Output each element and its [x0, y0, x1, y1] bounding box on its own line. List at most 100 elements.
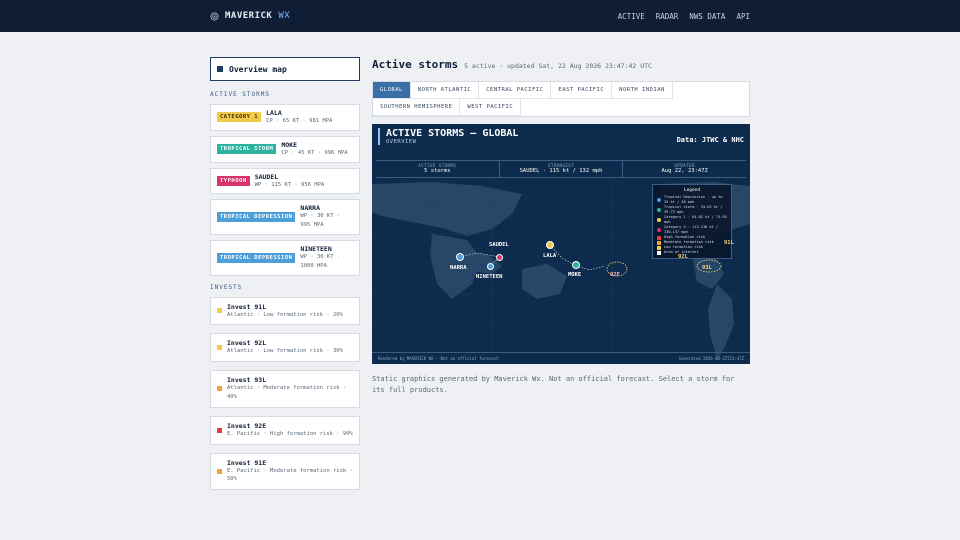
label-invest-91l: 91L	[724, 240, 734, 246]
storm-card-moke[interactable]: TROPICAL STORM MOKE CP · 45 KT · 996 HPA	[210, 135, 360, 163]
storm-marker-nineteen[interactable]	[487, 263, 494, 270]
legend-swatch-icon	[657, 228, 661, 232]
invest-card-93l[interactable]: Invest 93L Atlantic · Moderate formation …	[210, 370, 360, 408]
square-icon	[217, 66, 223, 72]
invest-meta: E. Pacific · High formation risk · 90%	[227, 430, 353, 437]
invest-name: Invest 92L	[227, 339, 267, 348]
legend-label: Category 1 · 64-82 kt / 74-95 mph	[664, 215, 727, 224]
nav-nws-data[interactable]: NWS DATA	[689, 12, 725, 21]
tab-central-pacific[interactable]: CENTRAL PACIFIC	[479, 82, 552, 99]
storm-overview-map[interactable]: ACTIVE STORMS — GLOBAL OVERVIEW Data: JT…	[372, 124, 750, 364]
storm-category-badge: TROPICAL STORM	[217, 144, 277, 155]
storm-name: MOKE	[281, 140, 298, 149]
invest-card-92l[interactable]: Invest 92L Atlantic · Low formation risk …	[210, 333, 360, 363]
storm-card-saudel[interactable]: TYPHOON SAUDEL WP · 115 KT · 956 HPA	[210, 167, 360, 195]
stat-active: ACTIVE STORMS 5 storms	[376, 161, 500, 177]
brand-name: MAVERICK	[225, 11, 273, 21]
tab-southern-hemisphere[interactable]: SOUTHERN HEMISPHERE	[373, 99, 461, 116]
invest-info: Invest 91E E. Pacific · Moderate formatio…	[227, 459, 353, 485]
map-legend: Legend Tropical Depression · up to 33 kt…	[652, 184, 732, 259]
label-saudel: SAUDEL	[489, 242, 509, 248]
invest-name: Invest 92E	[227, 421, 267, 430]
page-title: Active storms	[372, 58, 459, 71]
brand[interactable]: MAVERICK WX	[210, 11, 290, 21]
invest-info: Invest 91L Atlantic · Low formation risk …	[227, 303, 343, 320]
storm-marker-narra[interactable]	[456, 253, 464, 261]
main-content: Active storms 5 active · updated Sat, 22…	[372, 58, 750, 396]
invest-list: Invest 91L Atlantic · Low formation risk …	[210, 296, 360, 491]
label-invest-92e: 92E	[610, 272, 620, 278]
label-moke: MOKE	[568, 272, 582, 278]
storm-name: SAUDEL	[254, 172, 279, 181]
legend-item: Category 1 · 64-82 kt / 74-95 mph	[657, 215, 727, 225]
tab-north-atlantic[interactable]: NORTH ATLANTIC	[410, 82, 480, 99]
label-invest-93l: 93L	[702, 265, 712, 271]
legend-title: Legend	[683, 188, 701, 193]
map-title: ACTIVE STORMS — GLOBAL	[386, 128, 519, 139]
storm-name: NINETEEN	[300, 244, 332, 253]
nav-active[interactable]: ACTIVE	[618, 12, 645, 21]
map-footer-right: Generated 2026-08-22T23:47Z	[678, 356, 744, 361]
map-footer: Rendered by MAVERICK WX · Not an officia…	[372, 352, 750, 364]
storm-card-narra[interactable]: TROPICAL DEPRESSION NARRA WP · 30 KT · 995…	[210, 199, 360, 235]
basin-tabs: GLOBAL NORTH ATLANTIC CENTRAL PACIFIC EA…	[372, 81, 750, 117]
storm-meta: WP · 115 KT · 956 HPA	[254, 181, 325, 188]
storm-meta: CP · 65 KT · 981 HPA	[266, 118, 333, 124]
map-footer-left: Rendered by MAVERICK WX · Not an officia…	[378, 356, 499, 361]
map-data-source: Data: JTWC & NHC	[676, 136, 744, 144]
invest-name: Invest 91L	[227, 302, 267, 311]
storm-category-badge: TROPICAL DEPRESSION	[217, 252, 296, 263]
invest-meta: Atlantic · Low formation risk · 30%	[227, 348, 343, 355]
legend-swatch-icon	[657, 218, 661, 222]
storm-marker-saudel[interactable]	[496, 254, 503, 261]
invest-card-91e[interactable]: Invest 91E E. Pacific · Moderate formatio…	[210, 452, 360, 491]
storm-info: NARRA WP · 30 KT · 995 HPA	[300, 204, 353, 230]
tab-west-pacific[interactable]: WEST PACIFIC	[460, 99, 522, 116]
map-stats-bar: ACTIVE STORMS 5 storms STRONGEST SAUDEL …	[376, 160, 746, 178]
risk-dot-icon	[217, 468, 222, 474]
invest-card-92e[interactable]: Invest 92E E. Pacific · High formation ri…	[210, 415, 360, 445]
storm-info: NINETEEN WP · 30 KT · 1000 HPA	[300, 245, 353, 271]
storm-card-nineteen[interactable]: TROPICAL DEPRESSION NINETEEN WP · 30 KT · …	[210, 239, 360, 276]
tab-global[interactable]: GLOBAL	[373, 82, 411, 99]
storm-info: LALA CP · 65 KT · 981 HPA	[266, 109, 332, 126]
overview-map-button[interactable]: Overview map	[210, 57, 360, 81]
storm-marker-moke[interactable]	[572, 261, 580, 269]
legend-label: Category 4 · 113-136 kt / 130-157 mph	[664, 225, 719, 234]
invest-name: Invest 91E	[227, 458, 267, 467]
label-nineteen: NINETEEN	[476, 274, 503, 280]
label-invest-92l: 92L	[678, 254, 688, 260]
invest-info: Invest 92L Atlantic · Low formation risk …	[227, 339, 343, 356]
invest-name: Invest 93L	[227, 376, 267, 385]
legend-swatch-icon	[657, 208, 661, 212]
tab-east-pacific[interactable]: EAST PACIFIC	[551, 82, 613, 99]
invest-card-91l[interactable]: Invest 91L Atlantic · Low formation risk …	[210, 296, 360, 326]
nav-api[interactable]: API	[736, 12, 750, 21]
storm-category-badge: TROPICAL DEPRESSION	[217, 212, 296, 223]
nav-radar[interactable]: RADAR	[656, 12, 679, 21]
storm-name: LALA	[266, 109, 282, 117]
storm-marker-lala[interactable]	[546, 241, 554, 249]
storm-meta: WP · 30 KT · 995 HPA	[300, 213, 341, 229]
label-narra: NARRA	[450, 265, 467, 271]
storm-info: SAUDEL WP · 115 KT · 956 HPA	[255, 173, 325, 190]
storm-name: NARRA	[300, 204, 320, 213]
label-lala: LALA	[543, 253, 557, 259]
brand-suffix: WX	[278, 11, 291, 21]
tab-north-indian[interactable]: NORTH INDIAN	[612, 82, 673, 99]
nav-links: ACTIVE RADAR NWS DATA API	[618, 12, 750, 21]
storm-card-lala[interactable]: CATEGORY 1 LALA CP · 65 KT · 981 HPA	[210, 104, 360, 131]
map-caption: Static graphics generated by Maverick Wx…	[372, 375, 735, 395]
invest-meta: E. Pacific · Moderate formation risk · 5…	[227, 467, 353, 483]
invest-meta: Atlantic · Moderate formation risk · 40%	[227, 385, 347, 400]
legend-item: Area of interest	[657, 250, 727, 255]
risk-dot-icon	[217, 427, 222, 433]
radar-icon	[210, 12, 219, 20]
legend-label: Tropical Depression · up to 33 kt / 38 m…	[664, 195, 723, 204]
legend-swatch-icon	[657, 245, 661, 250]
legend-swatch-icon	[657, 198, 661, 202]
stat-updated: UPDATED Aug 22, 23:47Z	[661, 163, 708, 174]
storm-category-badge: TYPHOON	[217, 175, 250, 186]
map-title-block: ACTIVE STORMS — GLOBAL OVERVIEW	[378, 128, 518, 145]
invest-info: Invest 92E E. Pacific · High formation ri…	[227, 422, 353, 439]
